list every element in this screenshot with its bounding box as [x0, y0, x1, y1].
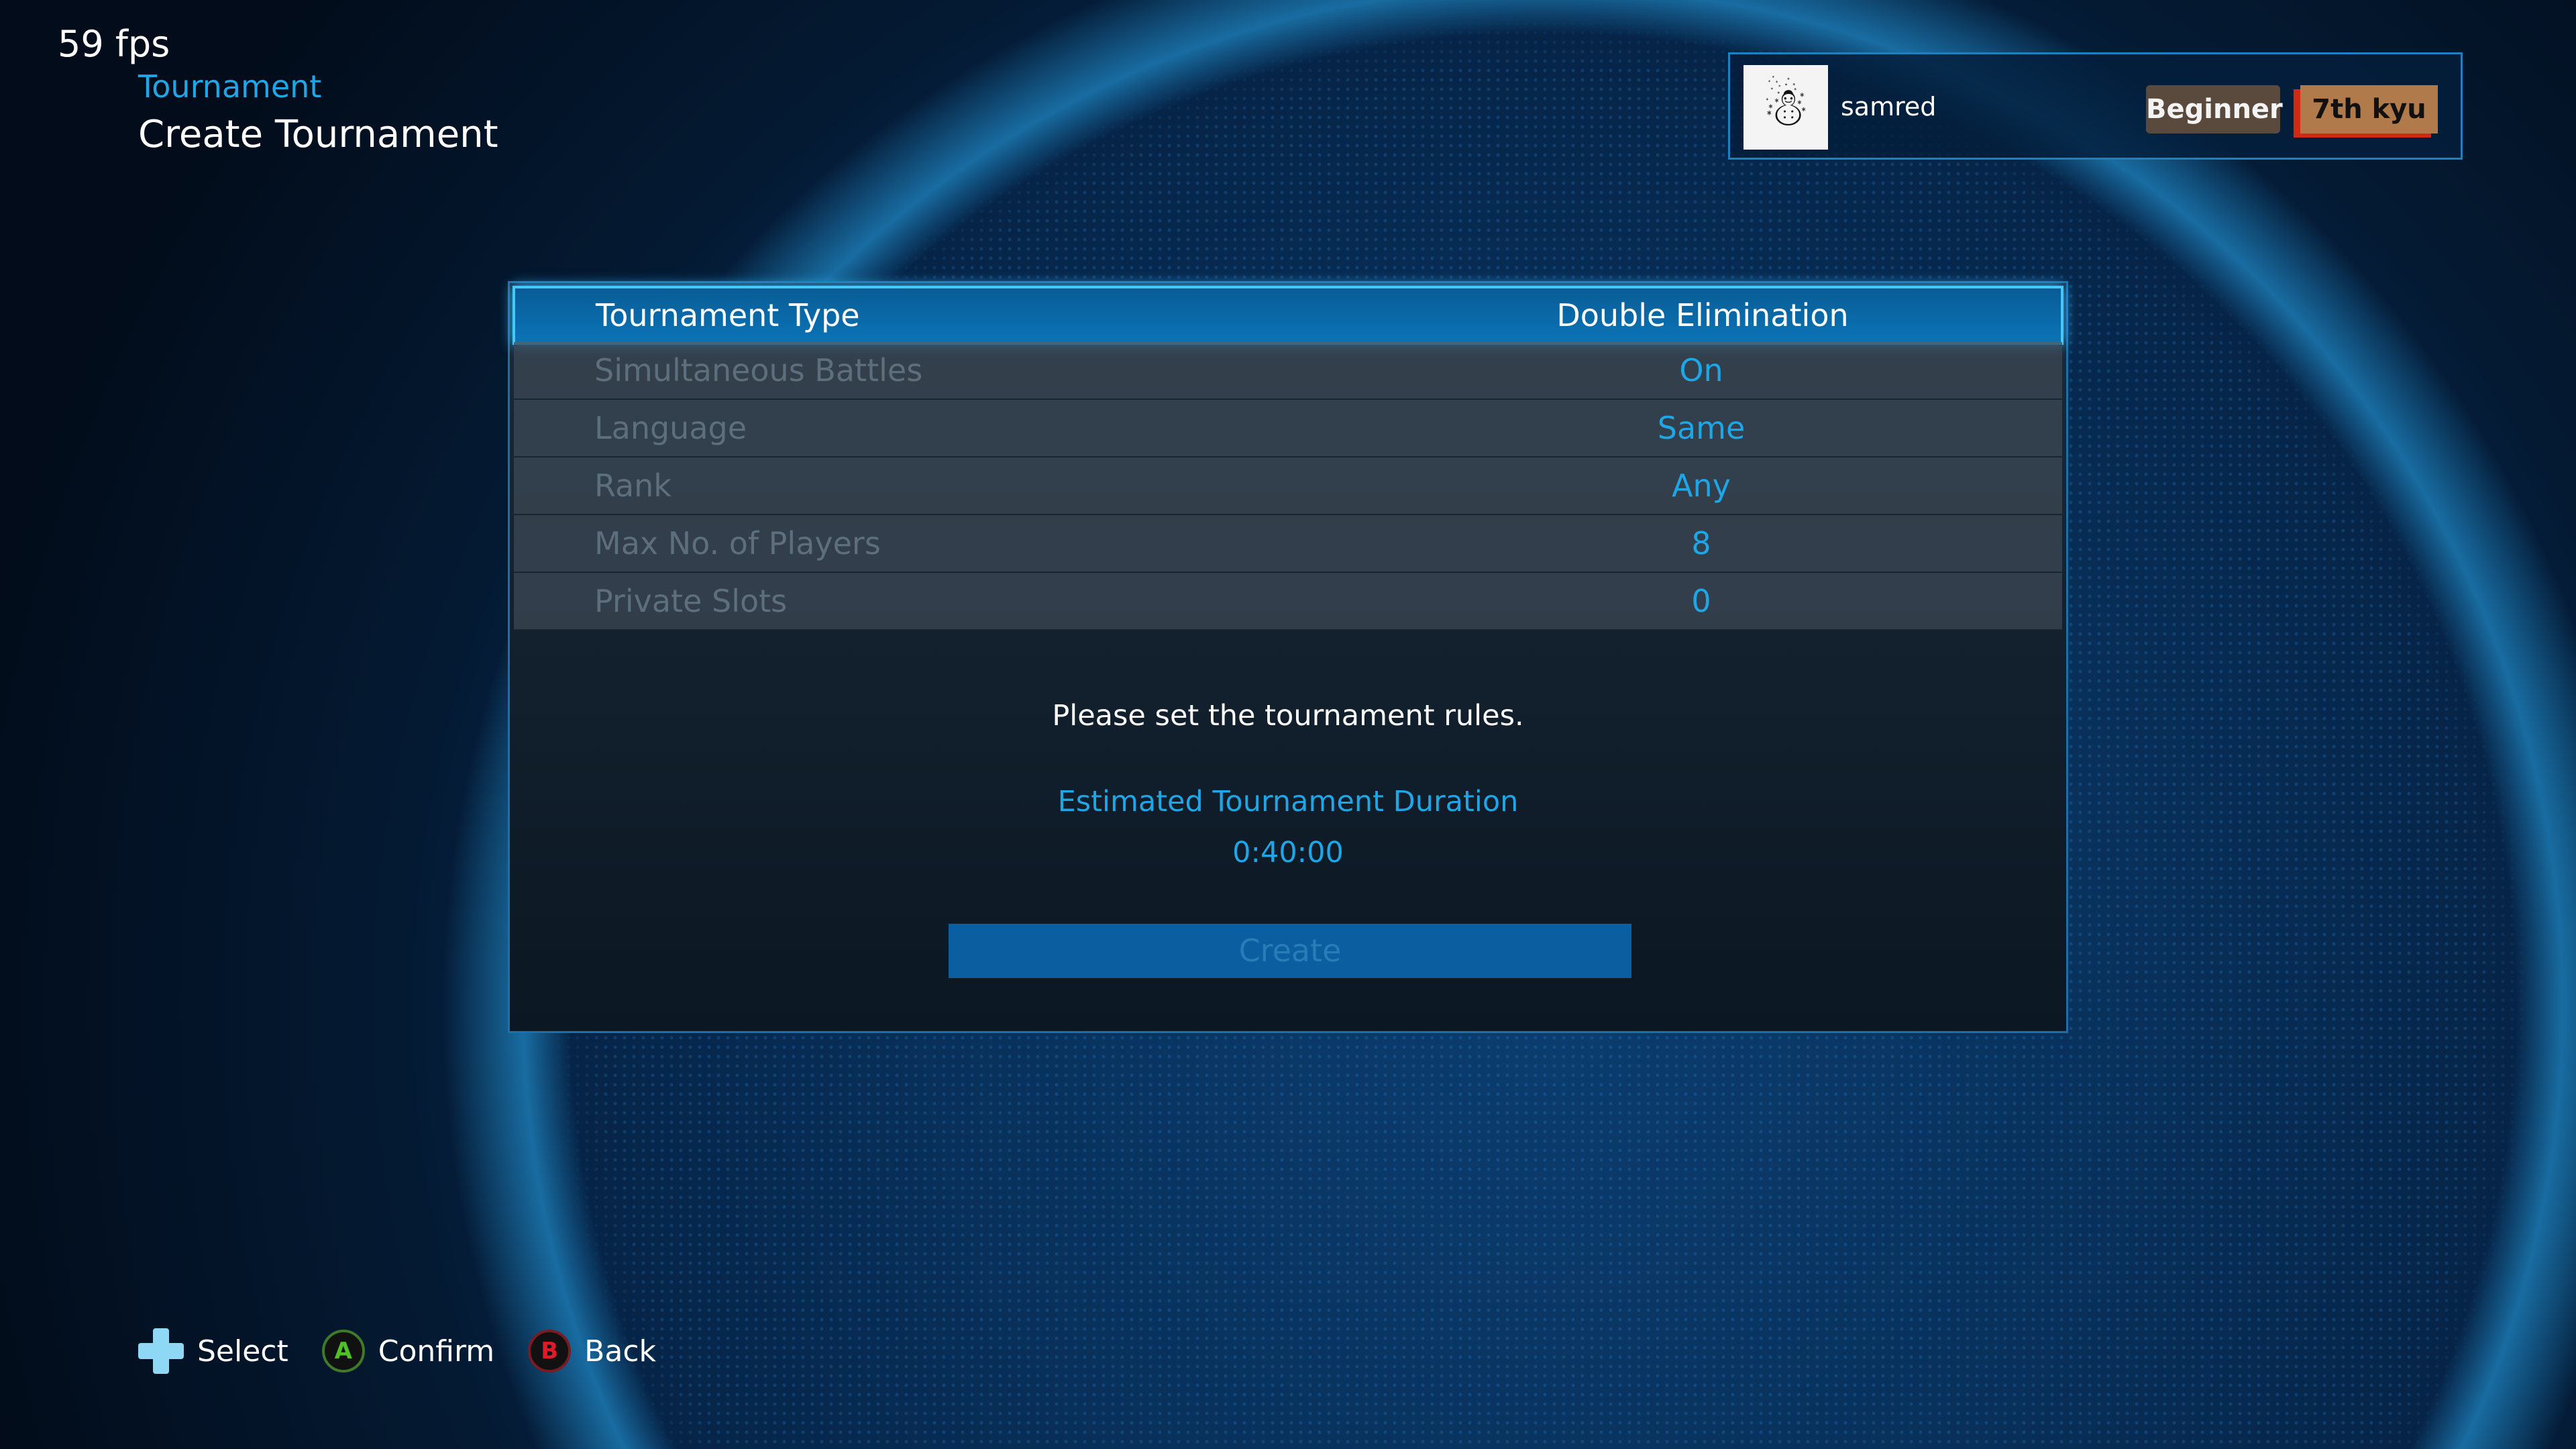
instruction-message: Please set the tournament rules. — [1052, 699, 1524, 733]
a-button-icon: A — [321, 1330, 365, 1373]
avatar: ☃ — [1743, 65, 1828, 150]
player-profile-card: ☃ samred Beginner 7th kyu — [1728, 52, 2463, 160]
setting-row-max-players[interactable]: Max No. of Players 8 — [514, 515, 2062, 573]
setting-value: Double Elimination — [1556, 297, 1849, 333]
dpad-icon — [138, 1328, 184, 1374]
setting-value: 0 — [1691, 583, 1711, 619]
username: samred — [1841, 92, 1937, 121]
setting-value: 8 — [1691, 525, 1711, 561]
hint-back: Back — [584, 1334, 656, 1368]
setting-row-simultaneous-battles[interactable]: Simultaneous Battles On — [514, 342, 2062, 400]
setting-label: Simultaneous Battles — [594, 352, 923, 388]
fps-counter: 59 fps — [58, 23, 170, 65]
setting-value: Any — [1672, 468, 1731, 504]
setting-label: Max No. of Players — [594, 525, 881, 561]
setting-value: Same — [1657, 410, 1746, 446]
tournament-settings-panel: Tournament Type Double Elimination Simul… — [508, 281, 2068, 1033]
page-title: Create Tournament — [138, 113, 498, 156]
setting-label: Private Slots — [594, 583, 788, 619]
setting-row-language[interactable]: Language Same — [514, 400, 2062, 458]
duration-value: 0:40:00 — [1232, 836, 1344, 869]
setting-label: Tournament Type — [596, 297, 860, 333]
b-button-icon: B — [528, 1330, 572, 1373]
breadcrumb: Tournament — [138, 68, 322, 105]
setting-label: Language — [594, 410, 747, 446]
setting-row-tournament-type[interactable]: Tournament Type Double Elimination — [513, 286, 2063, 345]
button-hints: Select A Confirm B Back — [138, 1328, 656, 1374]
create-button[interactable]: Create — [949, 924, 1631, 978]
setting-row-private-slots[interactable]: Private Slots 0 — [514, 573, 2062, 631]
rank-label-badge: Beginner — [2146, 85, 2283, 133]
setting-row-rank[interactable]: Rank Any — [514, 458, 2062, 515]
rank-badge: 7th kyu — [2300, 85, 2438, 133]
setting-value: On — [1679, 352, 1723, 388]
setting-label: Rank — [594, 468, 672, 504]
hint-confirm: Confirm — [378, 1334, 495, 1368]
duration-label: Estimated Tournament Duration — [1057, 785, 1519, 818]
hint-select: Select — [197, 1334, 288, 1368]
